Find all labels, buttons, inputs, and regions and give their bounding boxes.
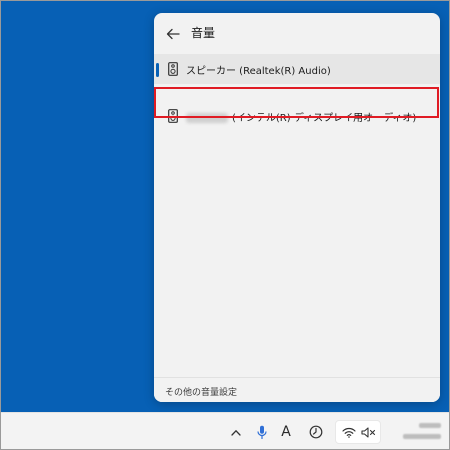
clock-icon <box>309 425 323 439</box>
panel-title: 音量 <box>191 26 216 40</box>
device-label-display-audio: (インテル(R) ディスプレイ用オーディオ) <box>232 113 417 124</box>
arrow-left-icon <box>166 28 180 40</box>
taskbar: A <box>1 412 449 449</box>
volume-output-panel: 音量 スピーカー (Realtek(R) Audio) (インテル(R) ディス… <box>154 13 440 402</box>
clock-time-redacted <box>419 423 441 428</box>
panel-header: 音量 <box>154 13 440 53</box>
microphone-button[interactable] <box>255 423 269 441</box>
speaker-icon <box>168 62 178 76</box>
microphone-icon <box>257 425 267 439</box>
back-button[interactable] <box>162 23 184 45</box>
show-hidden-icons-button[interactable] <box>229 423 243 441</box>
clock-date-redacted <box>403 434 441 439</box>
taskbar-clock[interactable] <box>391 421 441 443</box>
redacted-device-name <box>186 113 228 123</box>
network-volume-button[interactable] <box>335 420 381 444</box>
device-row-display-audio[interactable]: (インテル(R) ディスプレイ用オーディオ) <box>154 101 440 131</box>
device-label-display-audio-wrap: (インテル(R) ディスプレイ用オーディオ) <box>186 109 416 124</box>
selected-indicator <box>156 63 159 77</box>
device-label-speakers: スピーカー (Realtek(R) Audio) <box>186 66 331 77</box>
speaker-icon <box>168 109 178 123</box>
time-app-button[interactable] <box>308 423 324 441</box>
volume-muted-icon <box>361 427 376 438</box>
chevron-up-icon <box>231 429 241 436</box>
more-volume-settings-link[interactable]: その他の音量設定 <box>165 385 237 398</box>
wifi-icon <box>342 427 356 438</box>
ime-indicator[interactable]: A <box>278 423 294 441</box>
screenshot-frame: 音量 スピーカー (Realtek(R) Audio) (インテル(R) ディス… <box>0 0 450 450</box>
panel-footer: その他の音量設定 <box>154 377 440 402</box>
device-row-speakers[interactable]: スピーカー (Realtek(R) Audio) <box>154 54 440 84</box>
